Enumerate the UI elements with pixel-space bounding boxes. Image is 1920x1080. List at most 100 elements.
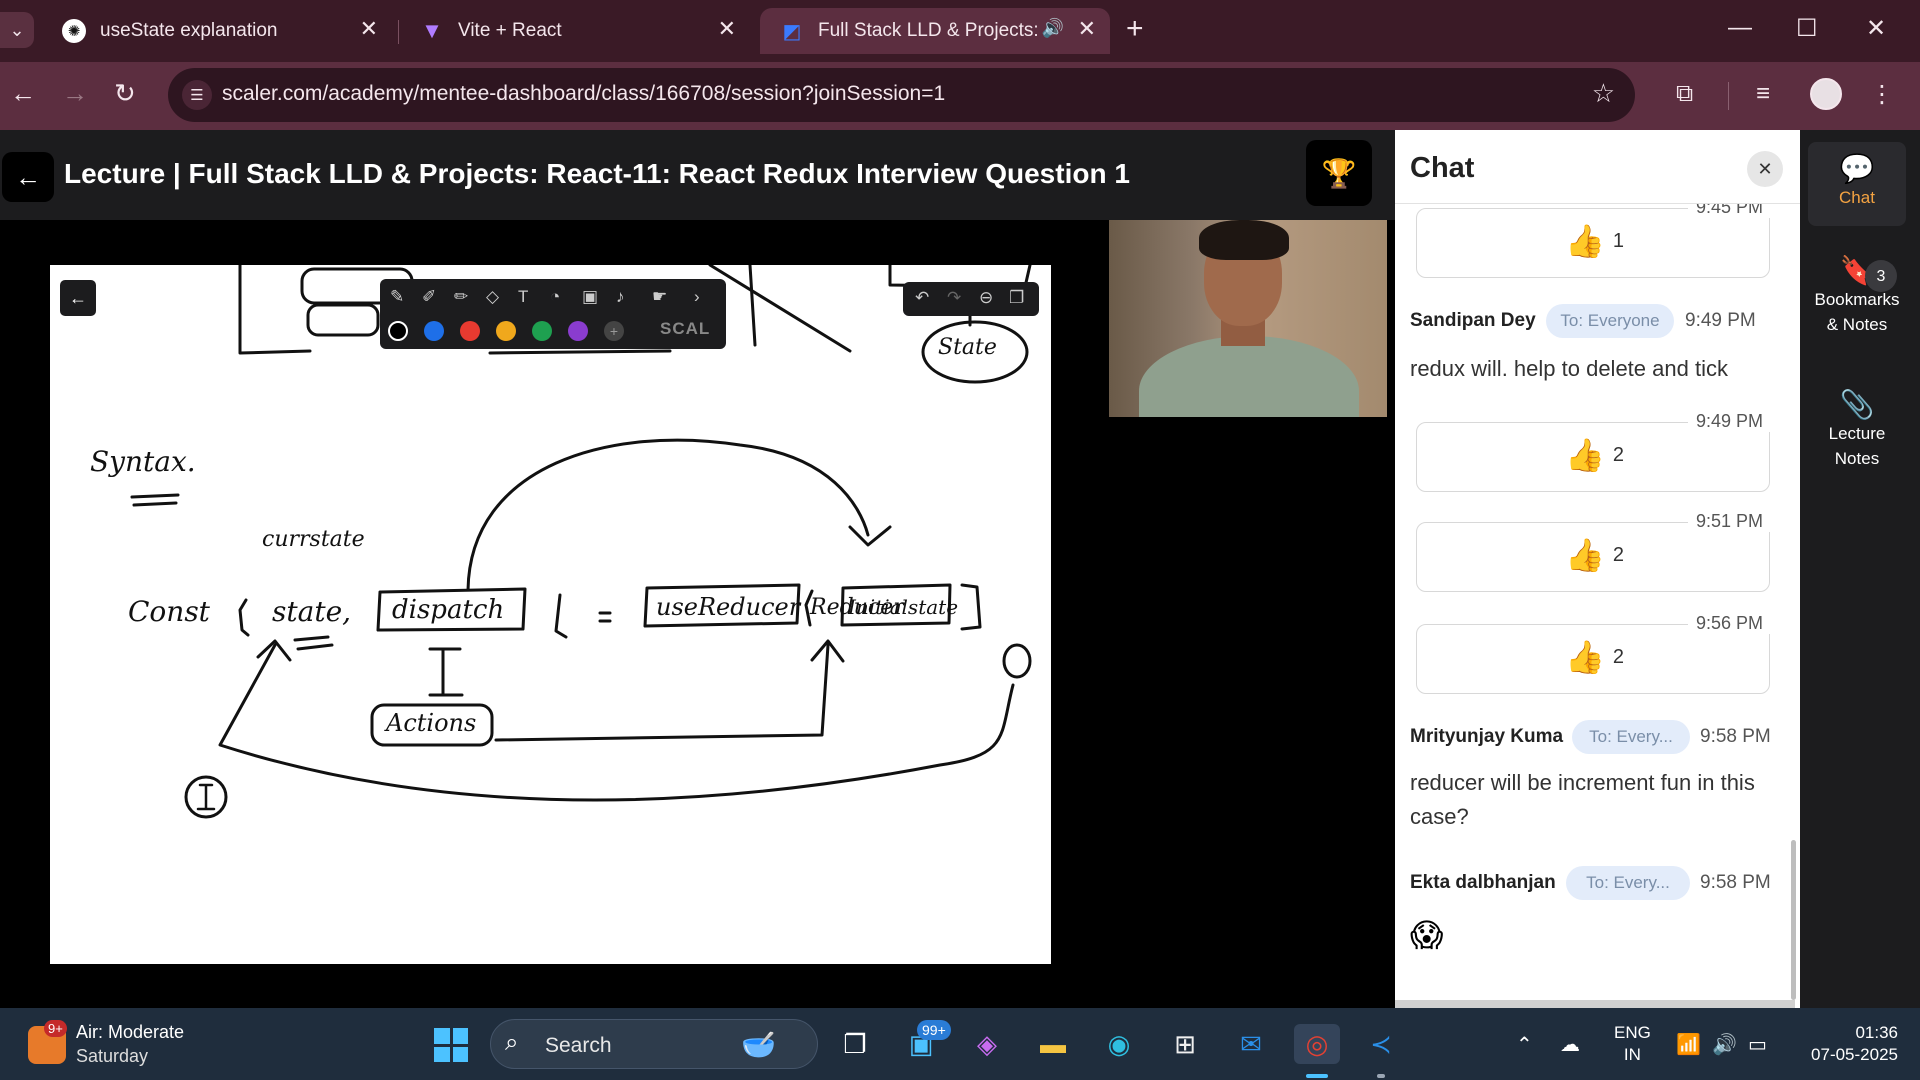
chat-horizontal-scrollbar[interactable] [1395, 1000, 1795, 1008]
chat-scrollbar[interactable] [1791, 840, 1796, 1000]
minimize-button[interactable]: — [1728, 14, 1752, 42]
weather-subtitle: Saturday [76, 1046, 149, 1066]
rail-lecture-notes[interactable]: 📎 Lecture Notes [1808, 391, 1906, 471]
whiteboard-text-syntax: Syntax. [90, 445, 196, 478]
chrome-active-indicator [1306, 1074, 1328, 1078]
chevron-up-icon[interactable]: ⌃ [1516, 1032, 1533, 1057]
weather-title[interactable]: Air: Moderate [76, 1022, 184, 1043]
rail-bookmarks[interactable]: 🔖 3 Bookmarks & Notes [1808, 257, 1906, 337]
sender-name: Sandipan Dey [1410, 310, 1536, 331]
chat-message-list[interactable]: 9:45 PM 👍 1 Sandipan Dey To: Everyone 9:4… [1395, 204, 1800, 1000]
puzzle-icon[interactable]: ⧉ [1676, 80, 1693, 108]
volume-icon[interactable]: 🔊 [1712, 1032, 1737, 1057]
close-window-button[interactable]: ✕ [1866, 14, 1886, 43]
message-text: redux will. help to delete and tick [1410, 356, 1728, 381]
undo-icon[interactable]: ↶ [915, 288, 929, 308]
leaderboard-button[interactable]: 🏆 [1306, 140, 1372, 206]
tab-vite-react[interactable]: ▼ Vite + React ✕ [400, 8, 750, 54]
maximize-button[interactable]: ☐ [1796, 14, 1818, 43]
rail-chat-label: Chat [1839, 188, 1875, 207]
whiteboard-text-state-bubble: State [938, 335, 997, 360]
microsoft-store-icon[interactable]: ⊞ [1164, 1024, 1206, 1064]
pen-icon[interactable]: ✎ [390, 287, 404, 307]
whiteboard-back-button[interactable]: ← [60, 280, 96, 316]
avatar[interactable] [1810, 78, 1842, 110]
close-icon[interactable]: ✕ [1078, 16, 1096, 42]
search-highlight-icon: 🥣 [741, 1029, 776, 1060]
color-swatch-red[interactable] [460, 321, 480, 341]
color-swatch-purple[interactable] [568, 321, 588, 341]
battery-icon[interactable]: ▭ [1748, 1032, 1767, 1057]
weather-badge: 9+ [44, 1020, 67, 1037]
speaker-icon[interactable]: 🔊 [1042, 18, 1064, 39]
shape-icon[interactable]: ◔ [550, 287, 560, 307]
wifi-icon[interactable]: 📶 [1676, 1032, 1701, 1057]
tab-usestate[interactable]: ✺ useState explanation ✕ [42, 8, 392, 54]
copilot-icon[interactable]: ◈ [966, 1024, 1008, 1064]
tab-full-stack-lld[interactable]: ◩ Full Stack LLD & Projects: Re 🔊 ✕ [760, 8, 1110, 54]
color-swatch-blue[interactable] [424, 321, 444, 341]
lecture-back-button[interactable]: ← [2, 152, 54, 202]
file-explorer-icon[interactable]: ▬ [1032, 1024, 1074, 1064]
chevron-right-icon[interactable]: › [694, 287, 700, 307]
outlook-icon[interactable]: ✉ [1230, 1024, 1272, 1064]
color-swatch-green[interactable] [532, 321, 552, 341]
arrow-right-icon: → [62, 78, 88, 108]
chat-title: Chat [1410, 152, 1475, 184]
onedrive-cloud-icon[interactable]: ☁ [1560, 1032, 1580, 1057]
star-icon[interactable]: ☆ [1592, 78, 1615, 109]
maximize-icon: ☐ [1796, 15, 1818, 42]
copy-icon[interactable]: ❐ [1009, 288, 1024, 308]
whiteboard[interactable]: Syntax. currstate Const state, dispatch … [50, 265, 1051, 964]
text-tool-icon[interactable]: T [518, 287, 528, 307]
browser-tab-bar: ⌄ ✺ useState explanation ✕ ▼ Vite + Reac… [0, 0, 1920, 62]
reaction-message: 9:45 PM 👍 1 [1416, 204, 1771, 278]
taskbar-search[interactable]: ⌕ Search 🥣 [490, 1019, 818, 1069]
rail-notes-label-1: Lecture [1828, 424, 1886, 443]
kebab-menu-icon[interactable]: ⋮ [1870, 80, 1894, 109]
chrome-icon[interactable]: ◎ [1294, 1024, 1340, 1064]
system-clock[interactable]: 01:36 07-05-2025 [1798, 1022, 1898, 1066]
media-control-icon[interactable]: ≡ [1756, 80, 1770, 108]
whiteboard-text-dispatch: dispatch [392, 595, 505, 625]
forward-button[interactable]: → [62, 78, 88, 109]
url-text[interactable]: scaler.com/academy/mentee-dashboard/clas… [222, 82, 945, 106]
chat-bubble-icon: 💬 [1839, 153, 1875, 184]
lecture-stage: Syntax. currstate Const state, dispatch … [0, 220, 1395, 1008]
drawing-toolbar: ✎ ✐ ✏ ◇ T ◔ ▣ ♪ ☛ › + SCAL [380, 279, 726, 349]
tune-icon[interactable]: ☰ [182, 80, 212, 110]
eraser-icon[interactable]: ◇ [486, 287, 499, 307]
add-color-icon[interactable]: + [604, 321, 624, 341]
thumbs-up-icon: 👍 [1565, 437, 1605, 473]
microphone-icon[interactable]: ♪ [616, 287, 625, 307]
image-icon[interactable]: ▣ [582, 287, 598, 307]
rail-chat[interactable]: 💬 Chat [1808, 142, 1906, 226]
reload-button[interactable]: ↻ [114, 78, 136, 109]
close-icon[interactable]: ✕ [360, 16, 378, 42]
new-tab-button[interactable]: + [1126, 12, 1144, 46]
redo-icon[interactable]: ↷ [947, 288, 961, 308]
edge-icon[interactable]: ◉ [1098, 1024, 1140, 1064]
arrow-left-icon: ← [15, 161, 41, 192]
task-view-icon[interactable]: ❐ [834, 1024, 876, 1064]
address-bar[interactable]: ☰ scaler.com/academy/mentee-dashboard/cl… [168, 68, 1635, 122]
bookmarks-count-badge: 3 [1865, 260, 1897, 292]
color-swatch-black[interactable] [388, 321, 408, 341]
instructor-video[interactable] [1109, 220, 1387, 417]
language-indicator[interactable]: ENG IN [1614, 1022, 1651, 1066]
zoom-out-icon[interactable]: ⊖ [979, 288, 993, 308]
highlighter-icon[interactable]: ✐ [422, 287, 436, 307]
vscode-icon[interactable]: ≺ [1360, 1024, 1402, 1064]
thumbs-up-icon: 👍 [1565, 223, 1605, 259]
clock-date: 07-05-2025 [1811, 1045, 1898, 1064]
color-swatch-orange[interactable] [496, 321, 516, 341]
close-icon[interactable]: ✕ [718, 16, 736, 42]
pointer-icon[interactable]: ☛ [652, 287, 667, 307]
tab-search-button[interactable]: ⌄ [0, 12, 34, 48]
windows-start-icon[interactable] [434, 1028, 468, 1062]
chat-close-button[interactable]: ✕ [1747, 151, 1783, 187]
toolbar-divider [1728, 82, 1729, 110]
marker-icon[interactable]: ✏ [454, 287, 468, 307]
back-button[interactable]: ← [10, 78, 36, 109]
tab-divider [398, 20, 399, 44]
